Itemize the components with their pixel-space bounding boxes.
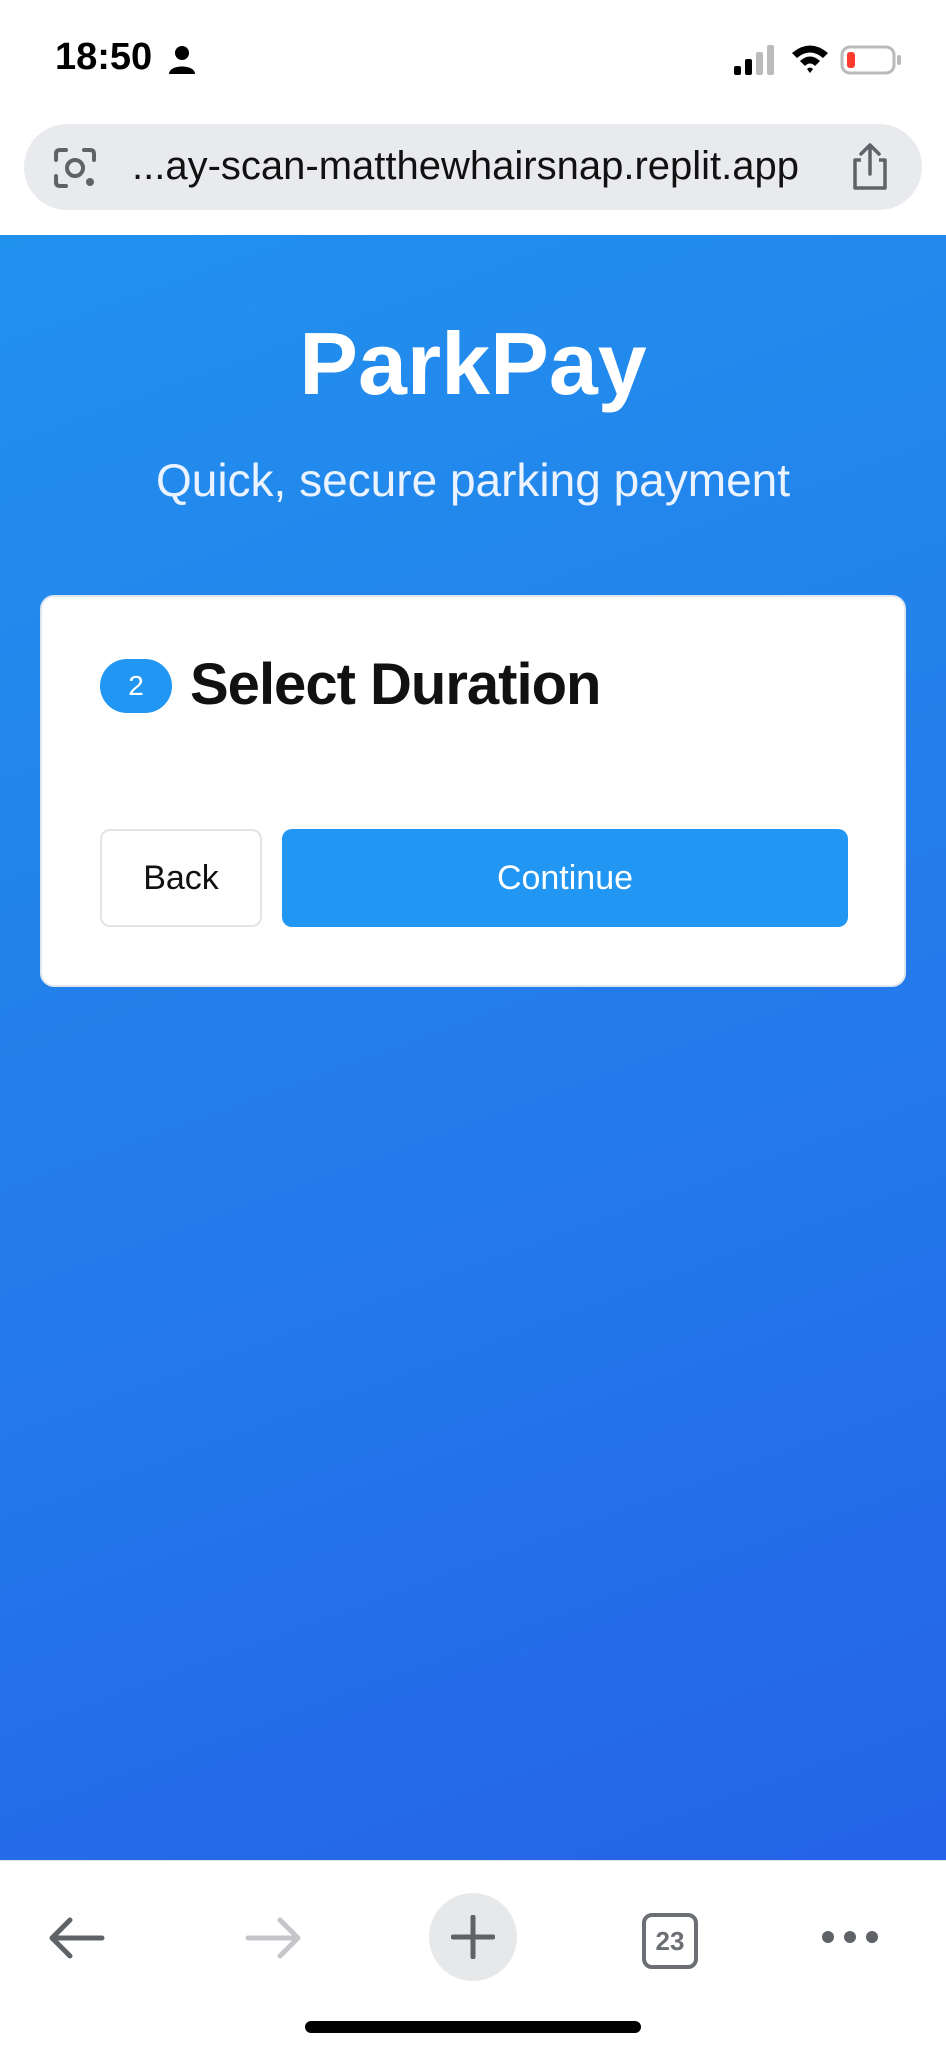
battery-icon (840, 45, 901, 75)
step-badge: 2 (100, 659, 172, 713)
more-icon[interactable] (820, 1925, 880, 1949)
back-button[interactable]: Back (100, 829, 262, 927)
app-subtitle: Quick, secure parking payment (155, 454, 791, 506)
status-time: 18:50 (55, 36, 153, 78)
wifi-icon (792, 45, 828, 73)
duration-card: 2 Select Duration Back Continue (40, 595, 906, 987)
share-icon[interactable] (847, 142, 893, 192)
url-text[interactable]: ...ay-scan-matthewhairsnap.replit.app (132, 144, 867, 189)
screen: 18:50 ...ay-scan-matthewhairsnap.replit.… (0, 0, 946, 2048)
signal-icon (734, 45, 774, 75)
lens-icon[interactable] (52, 146, 98, 190)
step-title: Select Duration (190, 652, 601, 717)
back-arrow-icon[interactable] (46, 1913, 106, 1963)
status-bar: 18:50 (0, 0, 946, 120)
app-title: ParkPay (299, 314, 647, 413)
address-bar[interactable]: ...ay-scan-matthewhairsnap.replit.app (24, 124, 922, 210)
new-tab-button[interactable] (429, 1893, 517, 1981)
bottom-toolbar: 23 (0, 1860, 946, 2048)
person-icon (169, 46, 195, 74)
continue-button[interactable]: Continue (282, 829, 848, 927)
forward-arrow-icon[interactable] (244, 1913, 304, 1963)
home-indicator (305, 2021, 641, 2033)
tab-switcher-button[interactable]: 23 (642, 1913, 698, 1969)
plus-icon (451, 1915, 495, 1959)
app-area: ParkPay Quick, secure parking payment 2 … (0, 235, 946, 1860)
